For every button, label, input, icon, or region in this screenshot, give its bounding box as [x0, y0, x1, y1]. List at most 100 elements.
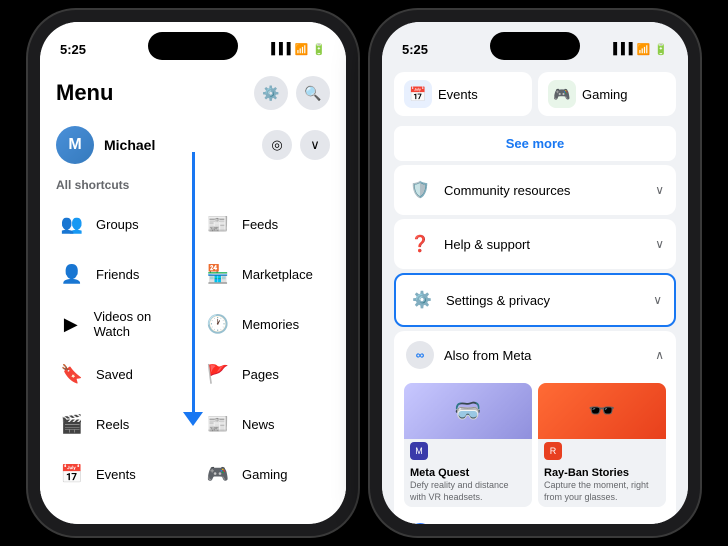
meta-quest-app-icon: M — [410, 442, 428, 460]
shortcut-label: Memories — [242, 317, 299, 332]
settings-privacy-label: Settings & privacy — [446, 293, 643, 308]
shortcut-label: Groups — [96, 217, 139, 232]
videos-icon: ▶ — [56, 308, 86, 340]
vertical-line — [192, 152, 195, 412]
list-item[interactable]: 📅 Events — [48, 450, 192, 498]
ray-ban-image: 🕶️ — [538, 383, 666, 439]
list-item[interactable]: 🔖 Saved — [48, 350, 192, 398]
list-item[interactable]: 🕐 Memories — [194, 300, 338, 348]
settings-privacy-row[interactable]: ⚙️ Settings & privacy ∨ — [396, 275, 674, 325]
battery-icon: 🔋 — [654, 43, 668, 56]
reels-icon: 🎬 — [56, 408, 88, 440]
settings-privacy-section: ⚙️ Settings & privacy ∨ — [394, 273, 676, 327]
help-icon: ❓ — [406, 230, 434, 258]
events-ql-icon: 📅 — [404, 80, 432, 108]
feeds-icon: 📰 — [202, 208, 234, 240]
list-item[interactable]: 👥 Groups — [48, 200, 192, 248]
meta-quest-image: 🥽 — [404, 383, 532, 439]
settings-icon: ⚙️ — [408, 286, 436, 314]
chevron-down-icon: ∨ — [653, 293, 662, 307]
list-item[interactable]: 🏪 Marketplace — [194, 250, 338, 298]
list-item[interactable]: 🚩 Pages — [194, 350, 338, 398]
quick-links: 📅 Events 🎮 Gaming — [382, 66, 688, 122]
news-icon: 📰 — [202, 408, 234, 440]
meta-quest-info: Meta Quest Defy reality and distance wit… — [404, 463, 532, 507]
left-status-icons: ▐▐▐ 📶 🔋 — [267, 43, 326, 56]
shortcut-label: News — [242, 417, 275, 432]
list-item[interactable]: ▶ Videos on Watch — [48, 300, 192, 348]
story-icon[interactable]: ◎ — [262, 130, 292, 160]
signal-icon: ▐▐▐ — [609, 43, 632, 55]
meta-quest-card[interactable]: 🥽 M Meta Quest Defy reality and distance… — [404, 383, 532, 507]
scroll-arrow — [183, 152, 203, 426]
list-item[interactable]: 🎮 Gaming — [194, 450, 338, 498]
community-icon: 🛡️ — [406, 176, 434, 204]
shortcut-label: Pages — [242, 367, 279, 382]
gaming-ql-icon: 🎮 — [548, 80, 576, 108]
ray-ban-title: Ray-Ban Stories — [544, 467, 660, 479]
meta-quest-title: Meta Quest — [410, 467, 526, 479]
gaming-ql-label: Gaming — [582, 87, 628, 102]
list-item[interactable]: 📰 News — [194, 400, 338, 448]
left-phone: 5:25 ▐▐▐ 📶 🔋 Menu ⚙️ 🔍 M Michael — [28, 10, 358, 536]
ray-ban-info: Ray-Ban Stories Capture the moment, righ… — [538, 463, 666, 507]
right-phone: 5:25 ▐▐▐ 📶 🔋 📅 Events 🎮 Gaming See m — [370, 10, 700, 536]
right-status-icons: ▐▐▐ 📶 🔋 — [609, 43, 668, 56]
groups-icon: 👥 — [56, 208, 88, 240]
arrow-down-icon — [183, 412, 203, 426]
meta-logo-icon: ∞ — [406, 341, 434, 369]
events-quick-link[interactable]: 📅 Events — [394, 72, 532, 116]
community-resources-label: Community resources — [444, 183, 645, 198]
menu-title: Menu — [56, 80, 113, 106]
messenger-row[interactable]: 💬 Messenger — [394, 515, 676, 524]
pages-icon: 🚩 — [202, 358, 234, 390]
dynamic-island-left — [148, 32, 238, 60]
search-button[interactable]: 🔍 — [296, 76, 330, 110]
list-item[interactable]: 📰 Feeds — [194, 200, 338, 248]
ray-ban-app-icon: R — [544, 442, 562, 460]
messenger-icon: 💬 — [406, 523, 434, 524]
shortcut-label: Saved — [96, 367, 133, 382]
ray-ban-card[interactable]: 🕶️ R Ray-Ban Stories Capture the moment,… — [538, 383, 666, 507]
see-more-button[interactable]: See more — [394, 126, 676, 161]
gaming-quick-link[interactable]: 🎮 Gaming — [538, 72, 676, 116]
battery-icon: 🔋 — [312, 43, 326, 56]
chevron-down-icon: ∨ — [655, 183, 664, 197]
shortcut-label: Reels — [96, 417, 129, 432]
also-from-meta-header[interactable]: ∞ Also from Meta ∧ — [394, 331, 676, 379]
marketplace-icon: 🏪 — [202, 258, 234, 290]
events-icon: 📅 — [56, 458, 88, 490]
settings-button[interactable]: ⚙️ — [254, 76, 288, 110]
menu-header: Menu ⚙️ 🔍 — [40, 66, 346, 118]
header-icons: ⚙️ 🔍 — [254, 76, 330, 110]
shortcut-label: Videos on Watch — [94, 309, 184, 339]
chevron-down-icon[interactable]: ∨ — [300, 130, 330, 160]
ray-ban-desc: Capture the moment, right from your glas… — [544, 480, 660, 503]
right-screen-content: 📅 Events 🎮 Gaming See more 🛡️ Community … — [382, 66, 688, 524]
dynamic-island-right — [490, 32, 580, 60]
right-status-time: 5:25 — [402, 42, 428, 57]
left-status-time: 5:25 — [60, 42, 86, 57]
memories-icon: 🕐 — [202, 308, 234, 340]
shortcut-label: Gaming — [242, 467, 288, 482]
signal-icon: ▐▐▐ — [267, 43, 290, 55]
shortcut-label: Friends — [96, 267, 139, 282]
wifi-icon: 📶 — [295, 43, 309, 56]
profile-name: Michael — [104, 137, 252, 153]
shortcut-label: Events — [96, 467, 136, 482]
friends-icon: 👤 — [56, 258, 88, 290]
community-resources-row[interactable]: 🛡️ Community resources ∨ — [394, 165, 676, 215]
chevron-up-icon: ∧ — [655, 348, 664, 362]
also-from-meta-label: Also from Meta — [444, 348, 645, 363]
help-support-label: Help & support — [444, 237, 645, 252]
wifi-icon: 📶 — [637, 43, 651, 56]
profile-actions: ◎ ∨ — [262, 130, 330, 160]
meta-products-grid: 🥽 M Meta Quest Defy reality and distance… — [394, 379, 676, 515]
meta-quest-desc: Defy reality and distance with VR headse… — [410, 480, 526, 503]
avatar: M — [56, 126, 94, 164]
help-support-section: ❓ Help & support ∨ — [394, 219, 676, 269]
list-item[interactable]: 🎬 Reels — [48, 400, 192, 448]
gaming-icon: 🎮 — [202, 458, 234, 490]
help-support-row[interactable]: ❓ Help & support ∨ — [394, 219, 676, 269]
list-item[interactable]: 👤 Friends — [48, 250, 192, 298]
